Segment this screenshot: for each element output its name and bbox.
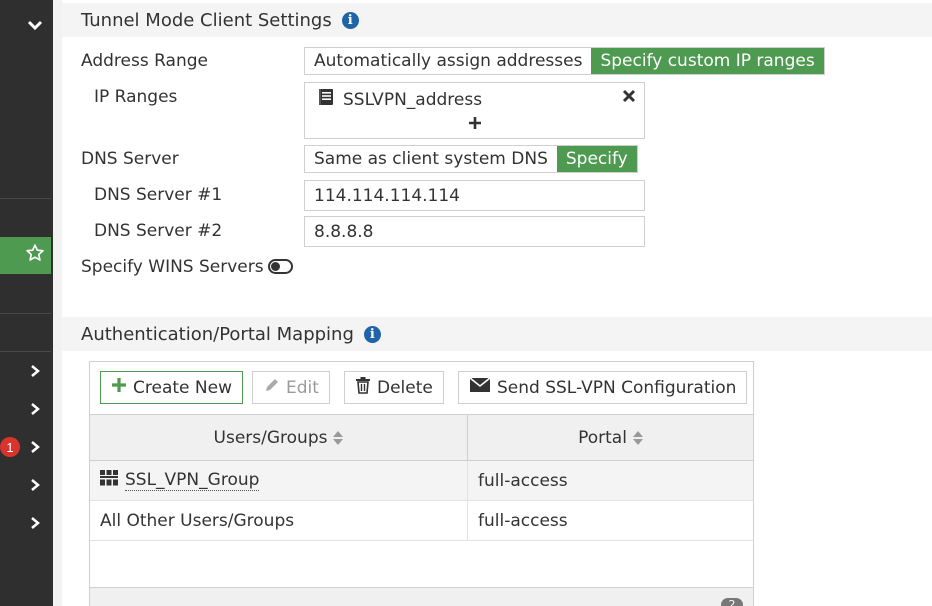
dns-server-label: DNS Server: [81, 149, 179, 169]
chevron-down-icon[interactable]: [24, 14, 46, 36]
sidebar-divider: [0, 313, 51, 314]
create-new-label: Create New: [133, 377, 232, 398]
dns-server-1-label: DNS Server #1: [94, 185, 223, 205]
column-header-users-groups[interactable]: Users/Groups: [90, 415, 468, 460]
wins-servers-toggle[interactable]: [268, 259, 293, 274]
plus-icon: [111, 377, 127, 398]
toggle-knob: [271, 262, 280, 271]
column-title: Users/Groups: [213, 427, 328, 448]
trash-icon: [355, 376, 371, 399]
table-row[interactable]: All Other Users/Groups full-access: [90, 501, 753, 541]
portal-cell: full-access: [478, 470, 568, 491]
section-title: Authentication/Portal Mapping: [81, 323, 354, 345]
dns-server-2-label: DNS Server #2: [94, 221, 223, 241]
dns-server-toggle: Same as client system DNS Specify: [304, 145, 638, 173]
auth-mapping-header: Authentication/Portal Mapping i: [62, 317, 932, 351]
address-range-toggle: Automatically assign addresses Specify c…: [304, 47, 825, 75]
chevron-right-icon[interactable]: [26, 476, 44, 494]
row-count-badge: 2: [721, 598, 743, 606]
portal-cell: full-access: [478, 510, 568, 531]
users-groups-cell: SSL_VPN_Group: [90, 461, 468, 500]
sort-icon[interactable]: [632, 430, 643, 445]
dns-server-1-input[interactable]: 114.114.114.114: [304, 180, 645, 211]
ip-ranges-label: IP Ranges: [94, 87, 178, 107]
send-config-label: Send SSL-VPN Configuration: [497, 377, 737, 398]
close-icon[interactable]: [620, 87, 638, 105]
column-header-portal[interactable]: Portal: [468, 415, 753, 460]
ip-range-entry-name: SSLVPN_address: [343, 89, 483, 110]
chevron-right-icon[interactable]: [26, 514, 44, 532]
star-icon[interactable]: [25, 243, 45, 268]
address-range-auto-option[interactable]: Automatically assign addresses: [305, 48, 592, 74]
column-title: Portal: [578, 427, 627, 448]
notification-badge: 1: [0, 437, 20, 457]
info-icon[interactable]: i: [363, 325, 381, 343]
info-icon[interactable]: i: [341, 11, 359, 29]
wins-servers-label: Specify WINS Servers: [81, 257, 264, 277]
edit-button[interactable]: Edit: [252, 371, 330, 404]
address-range-label: Address Range: [81, 51, 208, 71]
send-ssl-vpn-config-button[interactable]: Send SSL-VPN Configuration: [458, 371, 748, 404]
dns-server-2-input[interactable]: 8.8.8.8: [304, 216, 645, 247]
dns-specify-option[interactable]: Specify: [556, 146, 637, 172]
chevron-right-icon[interactable]: [26, 438, 44, 456]
sort-icon[interactable]: [333, 430, 344, 445]
create-new-button[interactable]: Create New: [100, 371, 243, 404]
sidebar-item-active[interactable]: [0, 237, 51, 274]
sidebar: 1: [0, 0, 53, 606]
ip-range-entry: SSLVPN_address: [317, 88, 482, 111]
delete-label: Delete: [377, 377, 433, 398]
add-entry-button[interactable]: [467, 115, 483, 131]
dns-same-as-client-option[interactable]: Same as client system DNS: [305, 146, 557, 172]
envelope-icon: [469, 377, 491, 398]
tunnel-settings-header: Tunnel Mode Client Settings i: [62, 3, 932, 37]
table-header: Users/Groups Portal: [90, 414, 753, 461]
pencil-icon: [263, 377, 280, 399]
chevron-right-icon[interactable]: [26, 362, 44, 380]
section-title: Tunnel Mode Client Settings: [81, 9, 332, 31]
content-gutter: [53, 0, 62, 606]
sidebar-divider: [0, 351, 51, 352]
delete-button[interactable]: Delete: [344, 371, 444, 404]
edit-label: Edit: [286, 377, 319, 398]
sidebar-divider: [0, 198, 51, 199]
table-footer: 2: [90, 587, 753, 606]
chevron-right-icon[interactable]: [26, 400, 44, 418]
ip-ranges-field[interactable]: SSLVPN_address: [304, 82, 645, 139]
users-groups-cell: All Other Users/Groups: [90, 501, 468, 540]
address-object-icon: [317, 88, 335, 111]
user-group-icon: [100, 470, 118, 491]
table-row[interactable]: SSL_VPN_Group full-access: [90, 461, 753, 501]
auth-mapping-panel: Create New Edit Delete Send SSL-VPN Conf…: [89, 361, 754, 606]
user-group-link[interactable]: SSL_VPN_Group: [125, 470, 260, 491]
address-range-custom-option[interactable]: Specify custom IP ranges: [591, 48, 824, 74]
